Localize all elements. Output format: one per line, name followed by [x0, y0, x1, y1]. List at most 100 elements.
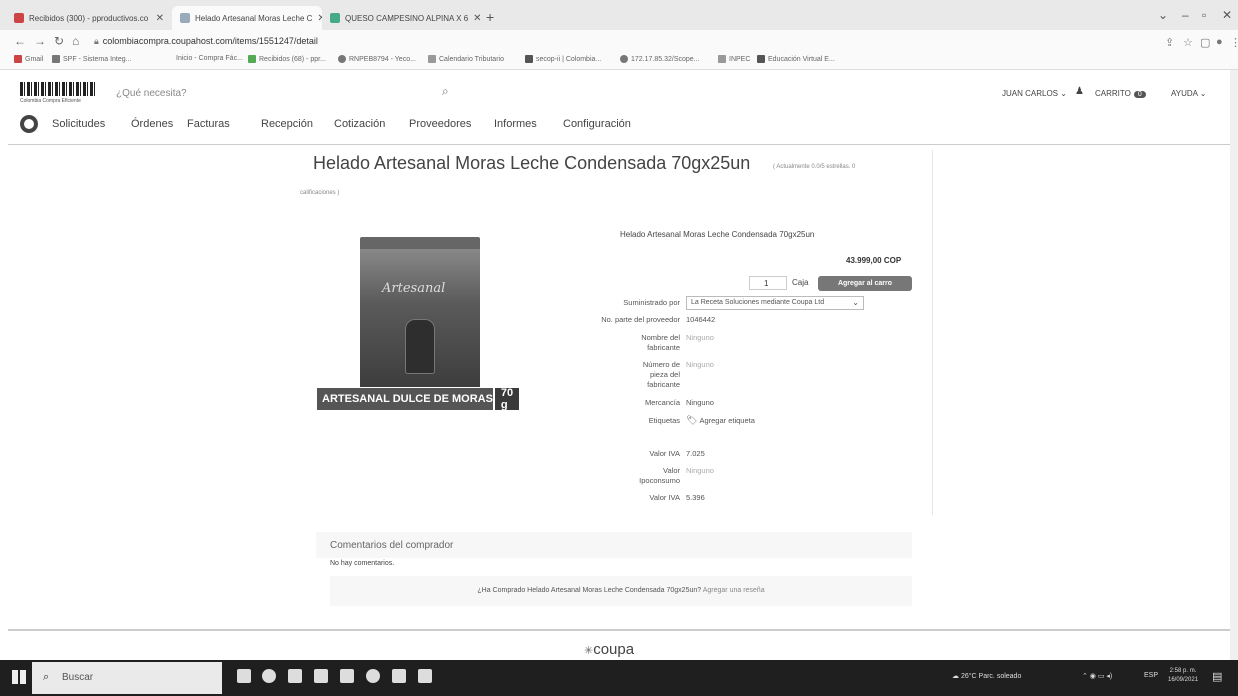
- manufacturer-name-label: Nombre del fabricante: [641, 333, 680, 352]
- nav-solicitudes[interactable]: Solicitudes: [52, 118, 105, 130]
- supplier-select[interactable]: La Receta Soluciones mediante Coupa Ltd ⌄: [686, 296, 864, 310]
- mail-icon[interactable]: [340, 669, 354, 683]
- home-browser-icon[interactable]: ⌂: [72, 34, 79, 48]
- minimize-icon[interactable]: –: [1182, 8, 1189, 22]
- bookmark-label: 172.17.85.32/Scope...: [631, 55, 700, 63]
- bookmark-item[interactable]: Recibidos (68) - ppr...: [248, 55, 326, 63]
- home-icon[interactable]: [20, 115, 38, 133]
- browser-tab-product[interactable]: Helado Artesanal Moras Leche C ✕: [172, 6, 322, 30]
- ivb-label: Valor IVA: [649, 493, 680, 502]
- weather-text: 26°C Parc. soleado: [960, 673, 1022, 680]
- globe-icon: [338, 55, 346, 63]
- product-image: Artesanal: [360, 237, 480, 387]
- nav-proveedores[interactable]: Proveedores: [409, 118, 471, 130]
- cart-label: CARRITO: [1095, 89, 1131, 98]
- new-tab-icon[interactable]: +: [486, 9, 494, 25]
- bookmark-label: INPEC: [729, 55, 751, 63]
- excel-icon[interactable]: [418, 669, 432, 683]
- tag-icon: 🏷︎: [686, 415, 698, 425]
- part-no-value: 1046442: [686, 315, 716, 324]
- nav-configuracion[interactable]: Configuración: [563, 118, 631, 130]
- maximize-icon[interactable]: ▫: [1202, 8, 1206, 22]
- page-scrollbar[interactable]: [1230, 70, 1238, 660]
- taskbar-clock[interactable]: 2:58 p. m. 16/09/2021: [1168, 667, 1198, 685]
- bookmark-item[interactable]: 172.17.85.32/Scope...: [620, 55, 700, 63]
- task-view-icon[interactable]: [237, 669, 251, 683]
- iva-label: Valor IVA: [649, 449, 680, 458]
- package-weight: 70 g: [492, 387, 520, 411]
- secop-icon: [525, 55, 533, 63]
- taskbar-search-input[interactable]: Buscar: [32, 662, 222, 694]
- bookmark-label: Recibidos (68) - ppr...: [259, 55, 326, 63]
- add-tag-link[interactable]: 🏷︎ Agregar etiqueta: [686, 415, 755, 426]
- add-review-link[interactable]: Agregar una reseña: [703, 587, 765, 594]
- windows-start-icon[interactable]: [12, 670, 26, 684]
- nav-ordenes[interactable]: Órdenes: [131, 118, 173, 130]
- cart-link[interactable]: CARRITO 0: [1095, 89, 1146, 98]
- notification-center-icon[interactable]: ▤: [1212, 670, 1222, 683]
- tab-search-icon[interactable]: ⌄: [1158, 8, 1168, 22]
- url-field[interactable]: 🔒︎ colombiacompra.coupahost.com/items/155…: [94, 36, 318, 47]
- nav-cotizacion[interactable]: Cotización: [334, 118, 385, 130]
- user-menu[interactable]: JUAN CARLOS ⌄: [1002, 89, 1067, 98]
- bookmark-item[interactable]: SPF - Sistema Integ...: [52, 55, 131, 63]
- bookmark-item[interactable]: Educación Virtual E...: [757, 55, 835, 63]
- profile-icon[interactable]: ●: [1216, 36, 1223, 48]
- url-text: colombiacompra.coupahost.com/items/15512…: [102, 36, 318, 46]
- commodity-label: Mercancía: [644, 398, 680, 407]
- language-indicator[interactable]: ESP: [1144, 672, 1158, 679]
- weather-icon: ☁: [952, 673, 959, 680]
- menu-icon[interactable]: ⋮: [1230, 36, 1238, 49]
- tab-title: QUESO CAMPESINO ALPINA X 6: [345, 13, 469, 23]
- product-price: 43.999,00 COP: [846, 256, 902, 265]
- reload-icon[interactable]: ↻: [54, 34, 64, 48]
- browser-tab-gmail[interactable]: Recibidos (300) - pproductivos.co ✕: [6, 6, 172, 30]
- search-icon[interactable]: ⌕: [442, 84, 449, 99]
- bookmark-label: Educación Virtual E...: [768, 55, 835, 63]
- rating-text: ( Actualmente 0.0/5 estrellas. 0: [773, 164, 856, 170]
- bookmark-item[interactable]: secop-ii | Colombia...: [525, 55, 601, 63]
- nav-informes[interactable]: Informes: [494, 118, 537, 130]
- notifications-icon[interactable]: ♟: [1075, 86, 1084, 97]
- word-icon[interactable]: [392, 669, 406, 683]
- close-window-icon[interactable]: ✕: [1222, 8, 1232, 22]
- close-tab-icon[interactable]: ✕: [473, 13, 481, 24]
- bookmark-item[interactable]: RNPEB8794 - Yeco...: [338, 55, 416, 63]
- tray-icons[interactable]: ⌃ ◉ ▭ ◂): [1082, 672, 1112, 680]
- add-tag-label: Agregar etiqueta: [699, 416, 755, 425]
- bookmark-star-icon[interactable]: ☆: [1183, 36, 1193, 49]
- google-favicon-icon: [330, 13, 340, 23]
- ice-cream-bar-graphic: [405, 319, 435, 374]
- share-icon[interactable]: ⇪: [1165, 36, 1174, 49]
- browser-tab-queso[interactable]: QUESO CAMPESINO ALPINA X 6 ✕: [322, 6, 482, 30]
- manufacturer-part-label: Número de pieza del fabricante: [642, 360, 680, 389]
- edge-icon[interactable]: [262, 669, 276, 683]
- add-to-cart-button[interactable]: Agregar al carro: [818, 276, 912, 291]
- bookmark-item[interactable]: INPEC: [718, 55, 750, 63]
- part-no-label: No. parte del proveedor: [601, 315, 680, 324]
- help-menu[interactable]: AYUDA ⌄: [1171, 89, 1206, 98]
- search-input[interactable]: [116, 83, 461, 103]
- coupa-favicon-icon: [180, 13, 190, 23]
- bookmark-item[interactable]: Calendario Tributario: [428, 55, 504, 63]
- nav-facturas[interactable]: Facturas: [187, 118, 230, 130]
- bookmark-item[interactable]: Gmail: [14, 55, 43, 63]
- nav-recepcion[interactable]: Recepción: [261, 118, 313, 130]
- bookmark-label: Calendario Tributario: [439, 55, 504, 63]
- weather-widget[interactable]: ☁ 26°C Parc. soleado: [952, 672, 1021, 680]
- chrome-icon[interactable]: [366, 669, 380, 683]
- bookmark-label: Inicio - Compra Fác...: [176, 55, 243, 62]
- bookmark-label: SPF - Sistema Integ...: [63, 55, 132, 63]
- bookmark-item[interactable]: Inicio - Compra Fác...: [176, 55, 243, 62]
- quantity-input[interactable]: [749, 276, 787, 290]
- close-tab-icon[interactable]: ✕: [156, 13, 164, 24]
- clock-date: 16/09/2021: [1168, 677, 1199, 683]
- file-explorer-icon[interactable]: [288, 669, 302, 683]
- supplier-value: La Receta Soluciones mediante Coupa Ltd: [691, 299, 825, 306]
- back-icon[interactable]: ←: [14, 34, 26, 48]
- store-icon[interactable]: [314, 669, 328, 683]
- bookmark-label: Gmail: [25, 55, 44, 63]
- company-logo[interactable]: Colombia Compra Eficiente: [20, 82, 95, 106]
- forward-icon[interactable]: →: [34, 34, 46, 48]
- sidepanel-icon[interactable]: ▢: [1200, 36, 1210, 49]
